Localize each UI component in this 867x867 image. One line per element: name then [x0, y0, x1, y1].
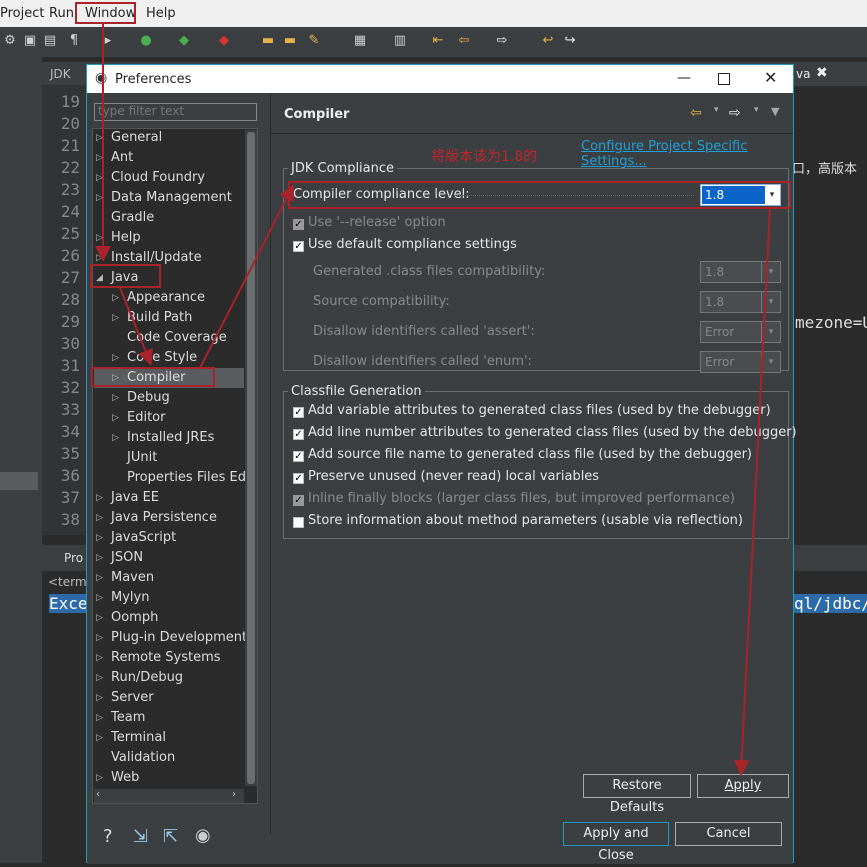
- arrow-compliance-to-apply: [733, 207, 771, 776]
- arrow-java-to-compiler: [119, 287, 153, 366]
- arrow-compiler-to-compliance: [199, 184, 294, 369]
- annotation-arrows: [95, 24, 771, 776]
